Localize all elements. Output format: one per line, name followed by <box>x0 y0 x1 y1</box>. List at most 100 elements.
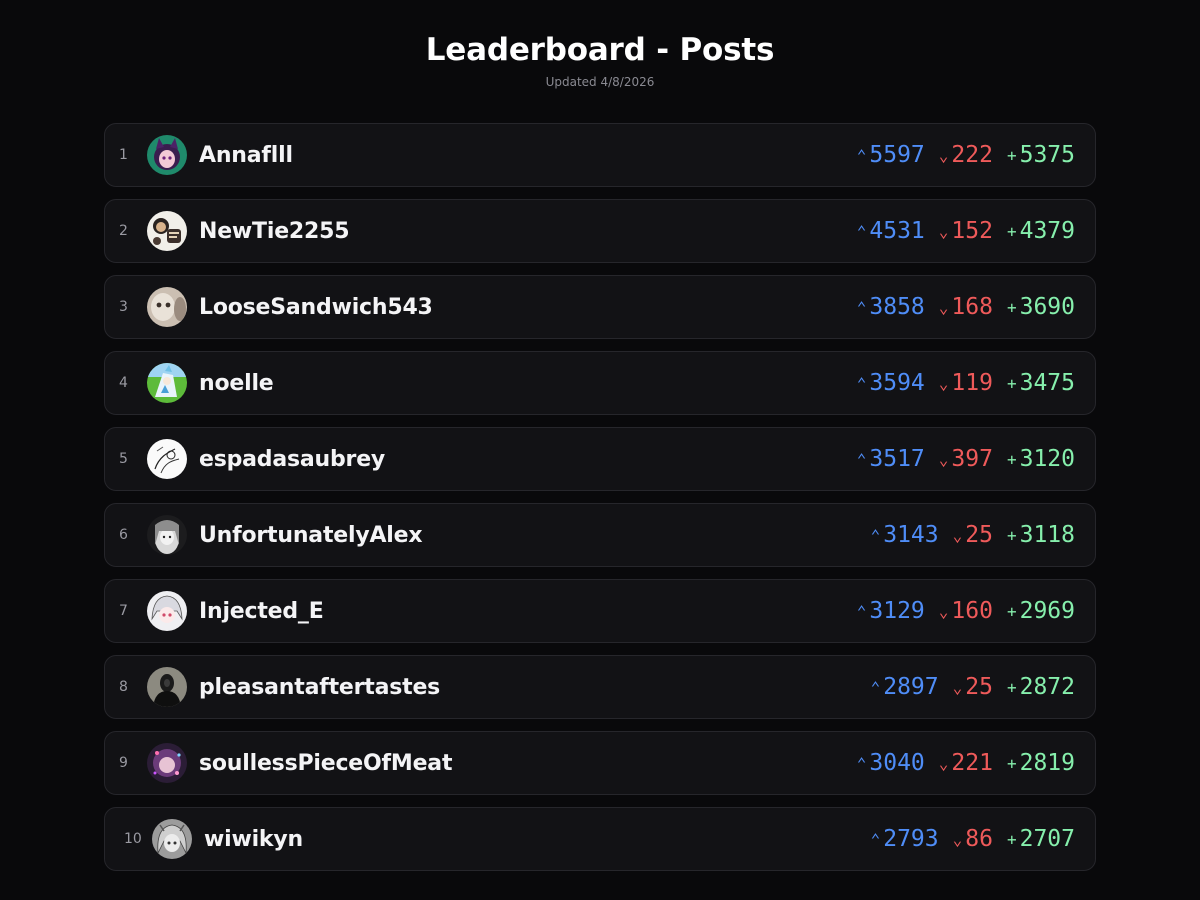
chevron-down-icon: ⌄ <box>938 449 949 469</box>
chevron-up-icon: ⌃ <box>856 601 867 621</box>
downvote-value: 152 <box>951 218 993 244</box>
user-avatar[interactable] <box>147 211 187 251</box>
leaderboard-row[interactable]: 5 espadasaubrey ⌃ 3517 ⌄ 397 + 3120 <box>104 427 1096 491</box>
user-avatar[interactable] <box>147 135 187 175</box>
plus-icon: + <box>1006 677 1017 697</box>
user-avatar[interactable] <box>147 515 187 555</box>
leaderboard-row[interactable]: 3 LooseSandwich543 ⌃ 3858 ⌄ 168 + 3690 <box>104 275 1096 339</box>
rank-number: 9 <box>119 755 128 771</box>
downvote-value: 397 <box>951 446 993 472</box>
leaderboard-row[interactable]: 1 Annaflll ⌃ 5597 ⌄ 222 + 5375 <box>104 123 1096 187</box>
username[interactable]: noelle <box>199 371 274 396</box>
net-value: 2707 <box>1019 826 1075 852</box>
downvote-count: ⌄ 119 <box>939 370 993 396</box>
net-value: 5375 <box>1019 142 1075 168</box>
chevron-down-icon: ⌄ <box>938 753 949 773</box>
net-value: 2872 <box>1019 674 1075 700</box>
upvote-count: ⌃ 3858 <box>857 294 925 320</box>
leaderboard-row[interactable]: 9 soullessPieceOfMeat ⌃ 3040 ⌄ 221 + 281… <box>104 731 1096 795</box>
rank-number: 3 <box>119 299 128 315</box>
rank-number: 10 <box>124 831 142 847</box>
updated-timestamp: Updated 4/8/2026 <box>545 75 655 89</box>
user-avatar[interactable] <box>152 819 192 859</box>
chevron-up-icon: ⌃ <box>856 145 867 165</box>
chevron-down-icon: ⌄ <box>952 829 963 849</box>
chevron-up-icon: ⌃ <box>870 829 881 849</box>
net-score: + 2872 <box>1007 674 1075 700</box>
username[interactable]: UnfortunatelyAlex <box>199 523 423 548</box>
leaderboard-row[interactable]: 7 Injected_E ⌃ 3129 ⌄ 160 + 2969 <box>104 579 1096 643</box>
downvote-count: ⌄ 160 <box>939 598 993 624</box>
upvote-count: ⌃ 2897 <box>871 674 939 700</box>
user-avatar[interactable] <box>147 667 187 707</box>
net-value: 2819 <box>1019 750 1075 776</box>
username[interactable]: pleasantaftertastes <box>199 675 440 700</box>
downvote-count: ⌄ 221 <box>939 750 993 776</box>
username[interactable]: espadasaubrey <box>199 447 385 472</box>
downvote-value: 221 <box>951 750 993 776</box>
net-value: 3690 <box>1019 294 1075 320</box>
net-score: + 3118 <box>1007 522 1075 548</box>
username[interactable]: LooseSandwich543 <box>199 295 433 320</box>
username[interactable]: NewTie2255 <box>199 219 350 244</box>
downvote-count: ⌄ 152 <box>939 218 993 244</box>
upvote-value: 2793 <box>883 826 939 852</box>
leaderboard-page: Leaderboard - Posts Updated 4/8/2026 1 A… <box>0 0 1200 900</box>
leaderboard-row[interactable]: 10 wiwikyn ⌃ 2793 ⌄ 86 + 2707 <box>104 807 1096 871</box>
chevron-up-icon: ⌃ <box>870 677 881 697</box>
plus-icon: + <box>1006 829 1017 849</box>
upvote-count: ⌃ 3517 <box>857 446 925 472</box>
upvote-count: ⌃ 5597 <box>857 142 925 168</box>
net-value: 3118 <box>1019 522 1075 548</box>
page-title: Leaderboard - Posts <box>425 32 775 68</box>
net-score: + 2969 <box>1007 598 1075 624</box>
downvote-value: 25 <box>965 674 993 700</box>
username[interactable]: Injected_E <box>199 599 324 624</box>
upvote-value: 4531 <box>869 218 925 244</box>
user-avatar[interactable] <box>147 363 187 403</box>
upvote-count: ⌃ 4531 <box>857 218 925 244</box>
plus-icon: + <box>1006 601 1017 621</box>
username[interactable]: Annaflll <box>199 143 293 168</box>
upvote-value: 3040 <box>869 750 925 776</box>
downvote-count: ⌄ 397 <box>939 446 993 472</box>
downvote-count: ⌄ 168 <box>939 294 993 320</box>
net-score: + 3690 <box>1007 294 1075 320</box>
downvote-value: 222 <box>951 142 993 168</box>
chevron-down-icon: ⌄ <box>938 221 949 241</box>
user-avatar[interactable] <box>147 287 187 327</box>
user-avatar[interactable] <box>147 591 187 631</box>
upvote-value: 3143 <box>883 522 939 548</box>
downvote-count: ⌄ 222 <box>939 142 993 168</box>
leaderboard-list: 1 Annaflll ⌃ 5597 ⌄ 222 + 5375 2 NewTie2… <box>104 123 1096 883</box>
rank-number: 1 <box>119 147 128 163</box>
leaderboard-row[interactable]: 8 pleasantaftertastes ⌃ 2897 ⌄ 25 + 2872 <box>104 655 1096 719</box>
leaderboard-row[interactable]: 4 noelle ⌃ 3594 ⌄ 119 + 3475 <box>104 351 1096 415</box>
plus-icon: + <box>1006 373 1017 393</box>
vote-stats: ⌃ 4531 ⌄ 152 + 4379 <box>857 218 1075 244</box>
username[interactable]: wiwikyn <box>204 827 303 852</box>
page-header: Leaderboard - Posts Updated 4/8/2026 <box>0 0 1200 90</box>
leaderboard-row[interactable]: 2 NewTie2255 ⌃ 4531 ⌄ 152 + 4379 <box>104 199 1096 263</box>
downvote-count: ⌄ 86 <box>953 826 993 852</box>
user-avatar[interactable] <box>147 439 187 479</box>
chevron-up-icon: ⌃ <box>856 753 867 773</box>
net-score: + 3120 <box>1007 446 1075 472</box>
net-score: + 3475 <box>1007 370 1075 396</box>
upvote-value: 3594 <box>869 370 925 396</box>
plus-icon: + <box>1006 145 1017 165</box>
user-avatar[interactable] <box>147 743 187 783</box>
upvote-value: 3858 <box>869 294 925 320</box>
vote-stats: ⌃ 3594 ⌄ 119 + 3475 <box>857 370 1075 396</box>
chevron-down-icon: ⌄ <box>952 677 963 697</box>
username[interactable]: soullessPieceOfMeat <box>199 751 452 776</box>
downvote-value: 25 <box>965 522 993 548</box>
plus-icon: + <box>1006 525 1017 545</box>
downvote-count: ⌄ 25 <box>953 522 993 548</box>
rank-number: 5 <box>119 451 128 467</box>
chevron-up-icon: ⌃ <box>870 525 881 545</box>
chevron-up-icon: ⌃ <box>856 297 867 317</box>
leaderboard-row[interactable]: 6 UnfortunatelyAlex ⌃ 3143 ⌄ 25 + 3118 <box>104 503 1096 567</box>
rank-number: 6 <box>119 527 128 543</box>
upvote-count: ⌃ 3143 <box>871 522 939 548</box>
